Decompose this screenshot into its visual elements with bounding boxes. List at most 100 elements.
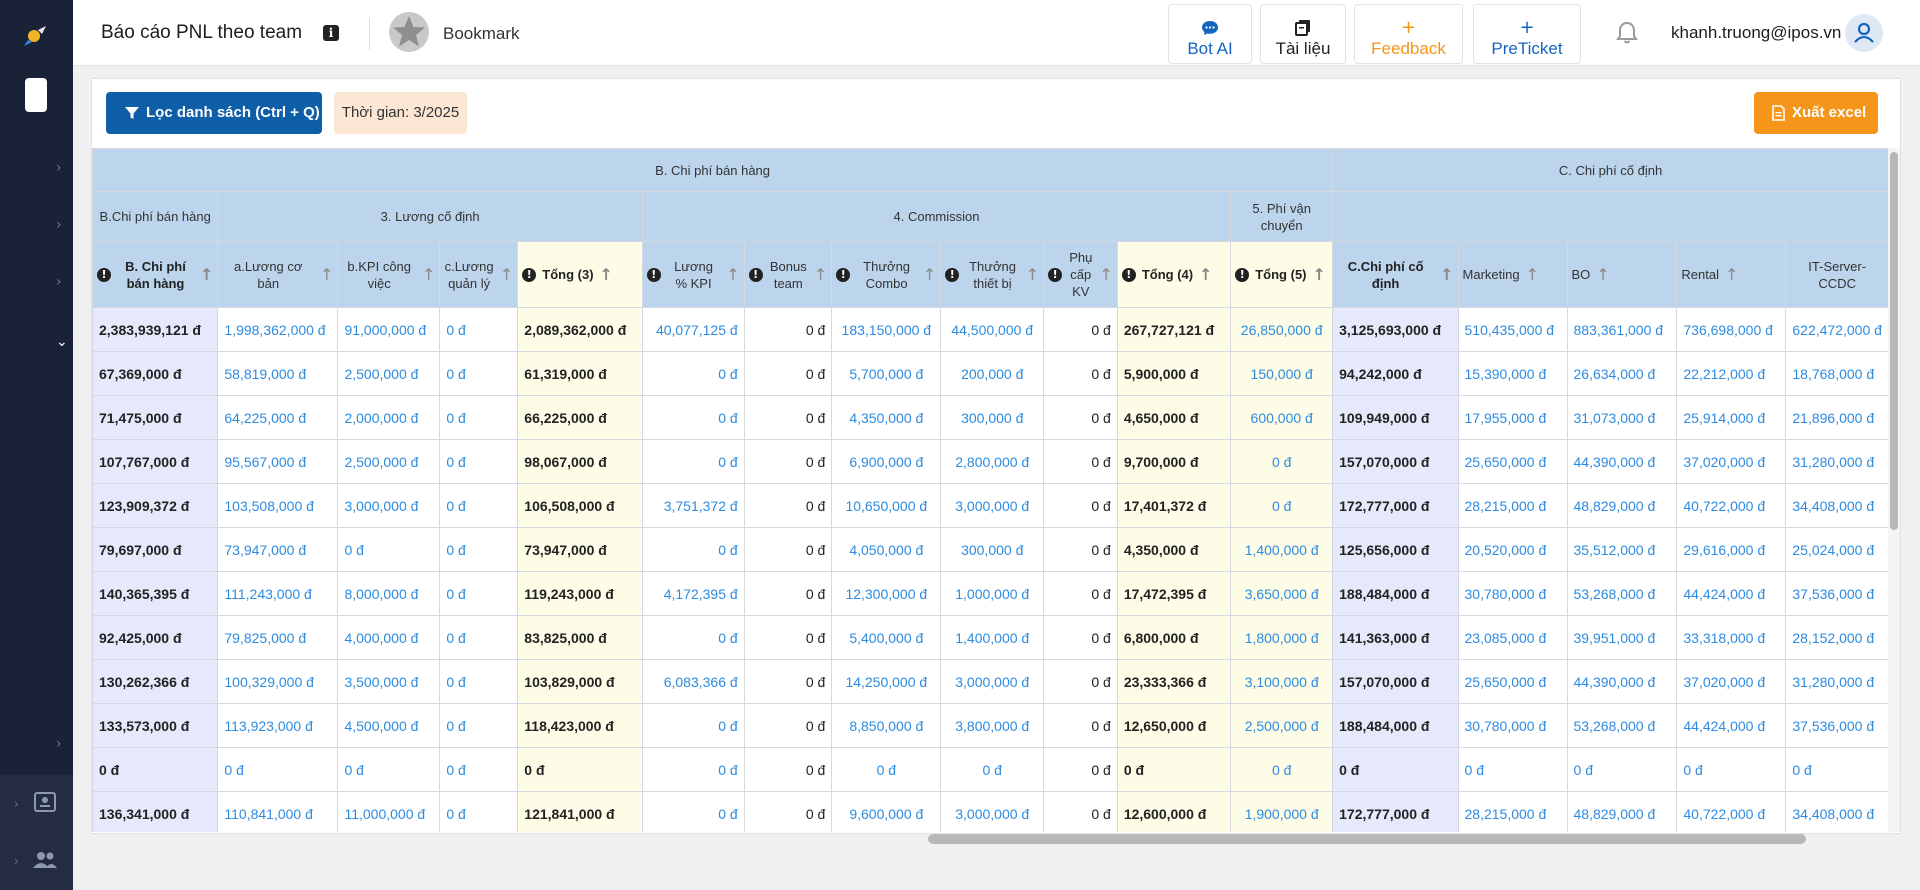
table-cell[interactable]: 3,650,000 đ	[1230, 571, 1334, 616]
sort-arrow-icon[interactable]: ↑	[1440, 266, 1453, 283]
bookmark-link[interactable]: Bookmark	[443, 24, 520, 44]
col-header-it-server[interactable]: IT-Server-CCDC	[1785, 241, 1889, 308]
table-cell[interactable]: 39,951,000 đ	[1566, 615, 1678, 660]
table-cell[interactable]: 4,050,000 đ	[831, 527, 942, 572]
table-cell[interactable]: 5,400,000 đ	[831, 615, 942, 660]
table-cell[interactable]: 3,000,000 đ	[940, 483, 1045, 528]
table-row[interactable]: 130,262,366 đ 100,329,000 đ 3,500,000 đ0 đ…	[92, 659, 1889, 704]
info-icon[interactable]: i	[323, 25, 339, 41]
table-row[interactable]: 2,383,939,121 đ 1,998,362,000 đ 91,000,000…	[92, 307, 1889, 352]
table-cell[interactable]: 0 đ	[743, 571, 833, 616]
sort-arrow-icon[interactable]: ↑	[923, 266, 936, 283]
table-cell[interactable]: 0 đ	[439, 351, 519, 396]
export-excel-button[interactable]: Xuất excel	[1754, 92, 1878, 134]
table-cell[interactable]: 0 đ	[439, 527, 519, 572]
table-cell[interactable]: 150,000 đ	[1230, 351, 1334, 396]
bell-icon[interactable]	[1615, 20, 1639, 46]
table-cell[interactable]: 37,020,000 đ	[1676, 439, 1787, 484]
table-cell[interactable]: 3,800,000 đ	[940, 703, 1045, 748]
table-cell[interactable]: 1,998,362,000 đ	[217, 307, 339, 352]
table-cell[interactable]: 0 đ	[1043, 395, 1118, 440]
table-cell[interactable]: 28,152,000 đ	[1785, 615, 1889, 660]
table-cell[interactable]: 0 đ	[439, 395, 519, 440]
table-cell[interactable]: 0 đ	[439, 747, 519, 792]
table-cell[interactable]: 14,250,000 đ	[831, 659, 942, 704]
chevron-right-icon[interactable]: ›	[14, 797, 19, 811]
table-cell[interactable]: 28,215,000 đ	[1457, 791, 1568, 832]
col-header-combo-bonus[interactable]: ! Thưởng Combo ↑	[831, 241, 942, 308]
table-cell[interactable]: 600,000 đ	[1230, 395, 1334, 440]
table-cell[interactable]: 200,000 đ	[940, 351, 1045, 396]
table-cell[interactable]: 40,722,000 đ	[1676, 791, 1787, 832]
app-logo-icon[interactable]	[22, 22, 50, 50]
table-cell[interactable]: 95,567,000 đ	[217, 439, 339, 484]
table-cell[interactable]: 21,896,000 đ	[1785, 395, 1889, 440]
table-cell[interactable]: 48,829,000 đ	[1566, 483, 1678, 528]
col-header-total-4[interactable]: ! Tổng (4) ↑	[1116, 241, 1232, 308]
table-cell[interactable]: 103,508,000 đ	[217, 483, 339, 528]
table-cell[interactable]: 0 đ	[439, 659, 519, 704]
table-cell[interactable]: 2,500,000 đ	[337, 351, 441, 396]
bot-ai-button[interactable]: Bot AI	[1168, 4, 1252, 64]
table-cell[interactable]: 0 đ	[743, 395, 833, 440]
table-cell[interactable]: 30,780,000 đ	[1457, 571, 1568, 616]
table-cell[interactable]: 2,500,000 đ	[337, 439, 441, 484]
sort-arrow-icon[interactable]: ↑	[814, 266, 827, 283]
table-cell[interactable]: 0 đ	[1043, 703, 1118, 748]
col-header-device-bonus[interactable]: ! Thưởng thiết bị ↑	[940, 241, 1045, 308]
table-cell[interactable]: 2,500,000 đ	[1230, 703, 1334, 748]
table-cell[interactable]: 0 đ	[1043, 483, 1118, 528]
table-cell[interactable]: 37,536,000 đ	[1785, 571, 1889, 616]
table-cell[interactable]: 29,616,000 đ	[1676, 527, 1787, 572]
table-cell[interactable]: 34,408,000 đ	[1785, 483, 1889, 528]
table-cell[interactable]: 0 đ	[743, 659, 833, 704]
table-cell[interactable]: 0 đ	[439, 439, 519, 484]
table-cell[interactable]: 79,825,000 đ	[217, 615, 339, 660]
sort-arrow-icon[interactable]: ↑	[1026, 266, 1039, 283]
id-card-icon[interactable]	[32, 790, 58, 814]
col-header-rental[interactable]: Rental ↑	[1676, 241, 1787, 308]
table-row[interactable]: 107,767,000 đ 95,567,000 đ 2,500,000 đ0 đ9…	[92, 439, 1889, 484]
avatar-icon[interactable]	[1845, 14, 1883, 52]
table-cell[interactable]: 48,829,000 đ	[1566, 791, 1678, 832]
star-icon[interactable]	[388, 11, 430, 53]
table-cell[interactable]: 0 đ	[743, 439, 833, 484]
table-cell[interactable]: 0 đ	[439, 483, 519, 528]
table-cell[interactable]: 53,268,000 đ	[1566, 703, 1678, 748]
table-cell[interactable]: 37,020,000 đ	[1676, 659, 1787, 704]
table-cell[interactable]: 15,390,000 đ	[1457, 351, 1568, 396]
sort-arrow-icon[interactable]: ↑	[1199, 266, 1212, 283]
table-cell[interactable]: 58,819,000 đ	[217, 351, 339, 396]
sidebar-active-item[interactable]	[25, 78, 47, 112]
table-cell[interactable]: 0 đ	[1043, 439, 1118, 484]
table-cell[interactable]: 0 đ	[439, 571, 519, 616]
table-cell[interactable]: 0 đ	[1043, 307, 1118, 352]
user-email[interactable]: khanh.truong@ipos.vn	[1671, 23, 1841, 43]
chevron-right-icon[interactable]: ›	[56, 274, 62, 290]
table-cell[interactable]: 0 đ	[831, 747, 942, 792]
col-header-kpi[interactable]: b.KPI công việc ↑	[337, 241, 441, 308]
table-cell[interactable]: 35,512,000 đ	[1566, 527, 1678, 572]
table-row[interactable]: 79,697,000 đ 73,947,000 đ0 đ0 đ 73,947,000…	[92, 527, 1889, 572]
sort-arrow-icon[interactable]: ↑	[422, 266, 435, 283]
table-cell[interactable]: 31,280,000 đ	[1785, 659, 1889, 704]
sort-arrow-icon[interactable]: ↑	[1099, 266, 1112, 283]
table-cell[interactable]: 4,172,395 đ	[641, 571, 745, 616]
table-cell[interactable]: 883,361,000 đ	[1566, 307, 1678, 352]
table-cell[interactable]: 0 đ	[1043, 527, 1118, 572]
table-cell[interactable]: 25,024,000 đ	[1785, 527, 1889, 572]
table-cell[interactable]: 300,000 đ	[940, 395, 1045, 440]
table-cell[interactable]: 44,390,000 đ	[1566, 439, 1678, 484]
sort-arrow-icon[interactable]: ↑	[1313, 266, 1326, 283]
sort-arrow-icon[interactable]: ↑	[600, 266, 613, 283]
chevron-down-icon[interactable]: ⌄	[56, 334, 68, 350]
sort-arrow-icon[interactable]: ↑	[726, 266, 739, 283]
table-cell[interactable]: 17,955,000 đ	[1457, 395, 1568, 440]
sort-arrow-icon[interactable]: ↑	[1725, 266, 1738, 283]
table-cell[interactable]: 20,520,000 đ	[1457, 527, 1568, 572]
table-row[interactable]: 0 đ0 đ0 đ0 đ0 đ0 đ0 đ0 đ0 đ0 đ0 đ0 đ0 đ0…	[92, 747, 1889, 792]
table-row[interactable]: 92,425,000 đ 79,825,000 đ 4,000,000 đ0 đ 83…	[92, 615, 1889, 660]
table-cell[interactable]: 300,000 đ	[940, 527, 1045, 572]
table-cell[interactable]: 0 đ	[1230, 439, 1334, 484]
chevron-right-icon[interactable]: ›	[14, 854, 19, 868]
